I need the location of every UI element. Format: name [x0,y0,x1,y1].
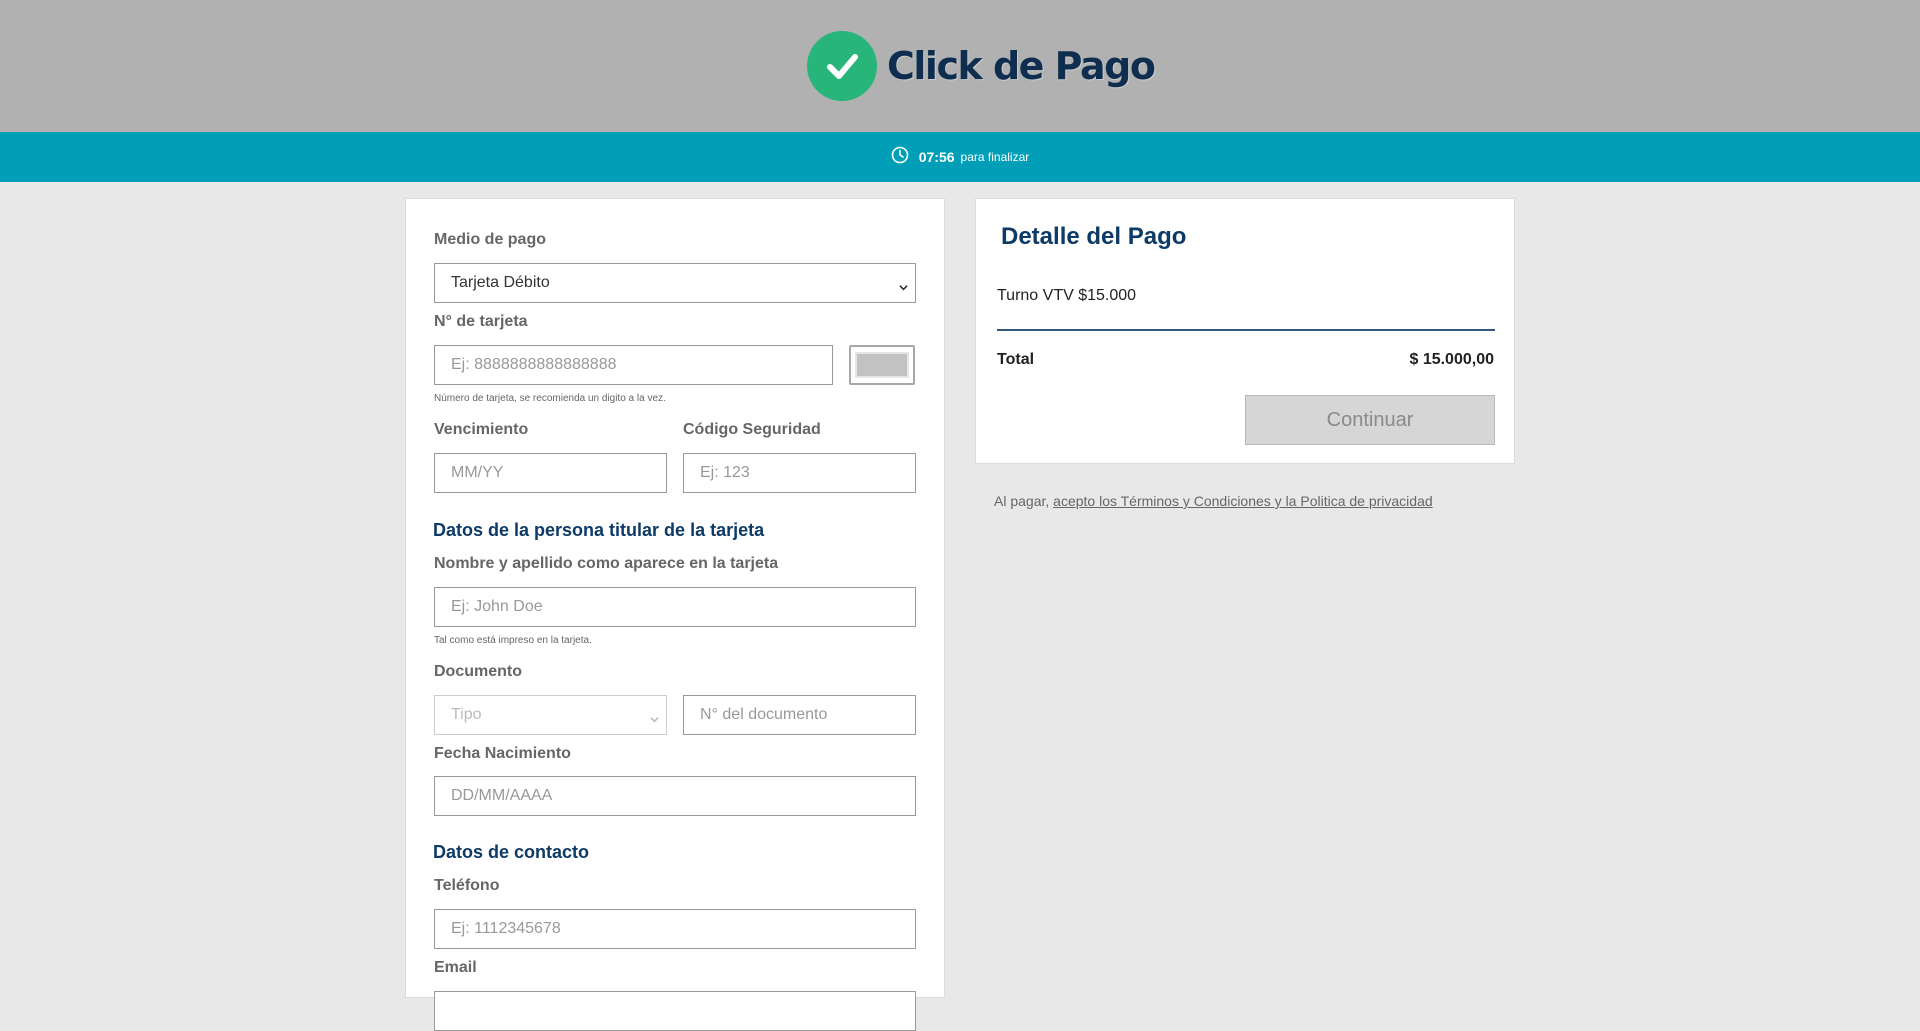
terms-link[interactable]: acepto los Términos y Condiciones y la P… [1053,493,1433,509]
payment-method-label: Medio de pago [434,231,546,248]
birth-date-label: Fecha Nacimiento [434,745,571,762]
detail-title: Detalle del Pago [1001,223,1187,250]
expiry-label: Vencimiento [434,421,529,438]
phone-input[interactable]: Ej: 1112345678 [434,909,916,949]
continue-button[interactable]: Continuar [1245,395,1495,445]
holder-name-placeholder: Ej: John Doe [451,598,543,615]
total-value: $ 15.000,00 [1409,351,1494,368]
contact-section-title: Datos de contacto [433,842,590,862]
clock-icon [891,146,909,169]
holder-name-hint: Tal como está impreso en la tarjeta. [434,635,592,646]
document-type-select[interactable]: Tipo [434,695,667,735]
phone-label: Teléfono [434,877,500,894]
chevron-down-icon [899,279,908,291]
terms-text: Al pagar, acepto los Términos y Condicio… [994,493,1433,509]
security-code-label: Código Seguridad [683,421,821,438]
email-label: Email [434,959,477,976]
birth-date-input[interactable]: DD/MM/AAAA [434,776,916,816]
document-number-input[interactable]: N° del documento [683,695,916,735]
card-number-label: N° de tarjeta [434,313,528,330]
payment-method-select[interactable]: Tarjeta Débito [434,263,916,303]
card-number-hint: Número de tarjeta, se recomienda un digi… [434,393,666,404]
expiry-placeholder: MM/YY [451,464,504,481]
document-number-placeholder: N° del documento [700,706,828,723]
email-input[interactable] [434,991,916,1031]
payment-method-value: Tarjeta Débito [451,274,550,291]
holder-name-label: Nombre y apellido como aparece en la tar… [434,555,779,572]
birth-date-placeholder: DD/MM/AAAA [451,787,553,804]
detail-divider [997,329,1495,331]
credit-card-icon [849,345,915,385]
document-type-placeholder: Tipo [451,706,482,723]
brand-name: Click de Pago [887,44,1156,88]
brand-logo: Click de Pago [807,31,1156,101]
chevron-down-icon [650,711,659,723]
security-code-input[interactable]: Ej: 123 [683,453,916,493]
security-code-placeholder: Ej: 123 [700,464,750,481]
detail-item: Turno VTV $15.000 [997,287,1137,304]
terms-prefix: Al pagar, [994,493,1050,509]
document-label: Documento [434,663,522,680]
payment-form-panel: Medio de pago Tarjeta Débito N° de tarje… [405,198,945,1031]
timer-time: 07:56 [918,149,955,165]
total-label: Total [997,351,1035,368]
holder-name-input[interactable]: Ej: John Doe [434,587,916,627]
phone-placeholder: Ej: 1112345678 [451,920,561,937]
payment-detail-panel: Detalle del Pago Turno VTV $15.000 Total… [975,198,1515,464]
expiry-input[interactable]: MM/YY [434,453,667,493]
card-number-input[interactable]: Ej: 8888888888888888 [434,345,833,385]
check-icon [807,31,877,101]
holder-section-title: Datos de la persona titular de la tarjet… [433,520,765,540]
timer-bar: 07:56 para finalizar [0,132,1920,182]
card-number-placeholder: Ej: 8888888888888888 [451,356,617,373]
timer-label: para finalizar [960,150,1030,164]
header-bar: Click de Pago [0,0,1920,132]
